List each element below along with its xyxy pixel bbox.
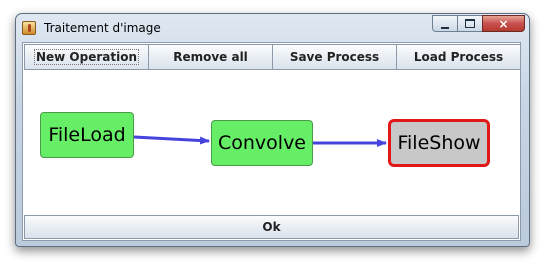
- save-process-label: Save Process: [289, 50, 380, 64]
- new-operation-label: New Operation: [33, 49, 140, 65]
- new-operation-button[interactable]: New Operation: [24, 44, 149, 70]
- close-icon: ×: [498, 16, 509, 31]
- maximize-button[interactable]: [457, 15, 483, 32]
- window-title: Traitement d'image: [44, 21, 161, 35]
- remove-all-button[interactable]: Remove all: [148, 44, 273, 70]
- client-area: New Operation Remove all Save Process Lo…: [22, 42, 521, 241]
- node-fileshow[interactable]: FileShow: [388, 119, 490, 167]
- maximize-icon: [465, 19, 475, 28]
- edge-fileload-convolve: [133, 135, 210, 145]
- app-window: Traitement d'image × New Operation Remov…: [15, 13, 530, 247]
- load-process-label: Load Process: [413, 50, 504, 64]
- title-bar[interactable]: Traitement d'image ×: [16, 14, 529, 42]
- java-cup-icon: [22, 21, 36, 35]
- node-convolve[interactable]: Convolve: [211, 120, 313, 166]
- remove-all-label: Remove all: [173, 50, 248, 64]
- load-process-button[interactable]: Load Process: [396, 44, 521, 70]
- close-button[interactable]: ×: [482, 15, 525, 32]
- save-process-button[interactable]: Save Process: [272, 44, 397, 70]
- minimize-button[interactable]: [432, 15, 458, 32]
- ok-label: Ok: [262, 220, 281, 234]
- ok-button[interactable]: Ok: [24, 215, 519, 239]
- node-fileload[interactable]: FileLoad: [40, 112, 134, 158]
- process-canvas[interactable]: FileLoad Convolve FileShow: [24, 70, 520, 215]
- toolbar: New Operation Remove all Save Process Lo…: [24, 44, 521, 70]
- minimize-icon: [441, 24, 449, 29]
